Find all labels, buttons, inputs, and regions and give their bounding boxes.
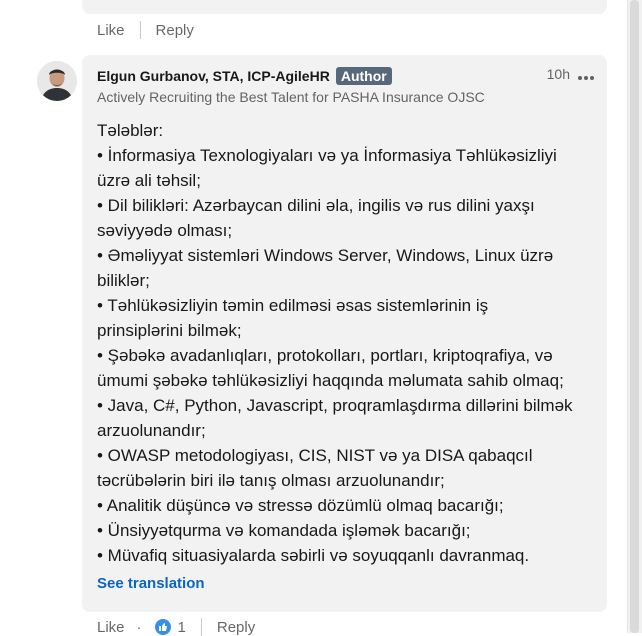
comment-line: • Java, C#, Python, Javascript, proqraml… <box>97 396 573 415</box>
author-name[interactable]: Elgun Gurbanov, STA, ICP-AgileHR <box>97 68 330 84</box>
avatar-image <box>37 61 77 101</box>
vertical-scrollbar[interactable] <box>627 0 642 633</box>
comment-line: • Dil bilikləri: Azərbaycan dilini əla, … <box>97 196 535 215</box>
scrollbar-thumb[interactable] <box>630 0 639 633</box>
author-badge: Author <box>335 67 392 85</box>
comment-line: üzrə ali təhsil; <box>97 171 201 190</box>
more-options-button[interactable] <box>577 68 595 86</box>
action-divider <box>139 21 141 39</box>
like-hand-glyph <box>158 623 167 631</box>
comment-line: • Müvafiq situasiyalarda səbirli və soyu… <box>97 546 530 565</box>
comment-line: • Ünsiyyətqurma və komandada işləmək bac… <box>97 521 471 540</box>
author-headline: Actively Recruiting the Best Talent for … <box>97 89 485 105</box>
reply-button[interactable]: Reply <box>156 22 194 39</box>
comment-line: Tələblər: <box>97 121 164 140</box>
avatar[interactable] <box>37 61 77 101</box>
comment-line: biliklər; <box>97 271 150 290</box>
previous-comment-actions: Like Reply <box>97 21 194 39</box>
comment-line: • OWASP metodologiyası, CIS, NIST və ya … <box>97 446 533 465</box>
comment-body: Tələblər: • İnformasiya Texnologiyaları … <box>97 118 597 568</box>
comment-line: ümumi şəbəkə təhlükəsizliyi haqqında məl… <box>97 371 564 390</box>
comment-line: • İnformasiya Texnologiyaları və ya İnfo… <box>97 146 557 165</box>
comment-line: təcrübələrin biri ilə tanış olması arzuo… <box>97 471 445 490</box>
comment-card: Elgun Gurbanov, STA, ICP-AgileHR Author … <box>82 55 607 612</box>
comment-line: • Analitik düşüncə və stressə dözümlü ol… <box>97 496 504 515</box>
comment-line: • Təhlükəsizliyin təmin edilməsi əsas si… <box>97 296 489 315</box>
comment-time: 10h <box>546 66 570 82</box>
comment-actions: Like · 1 Reply <box>97 618 255 636</box>
comment-line: • Əməliyyat sistemləri Windows Server, W… <box>97 246 554 265</box>
more-options-icon <box>578 76 594 80</box>
like-hand-icon[interactable] <box>153 618 172 636</box>
see-translation-link[interactable]: See translation <box>97 575 205 592</box>
like-button[interactable]: Like <box>97 22 125 39</box>
author-line: Elgun Gurbanov, STA, ICP-AgileHR Author <box>97 67 392 85</box>
comment-line: prinsiplərini bilmək; <box>97 321 242 340</box>
comment-line: • Şəbəkə avadanlıqları, protokolları, po… <box>97 346 553 365</box>
action-divider <box>200 618 202 636</box>
comment-line: arzuolunandır; <box>97 421 206 440</box>
comment-line: səviyyədə olması; <box>97 221 233 240</box>
previous-comment-card <box>82 0 607 14</box>
